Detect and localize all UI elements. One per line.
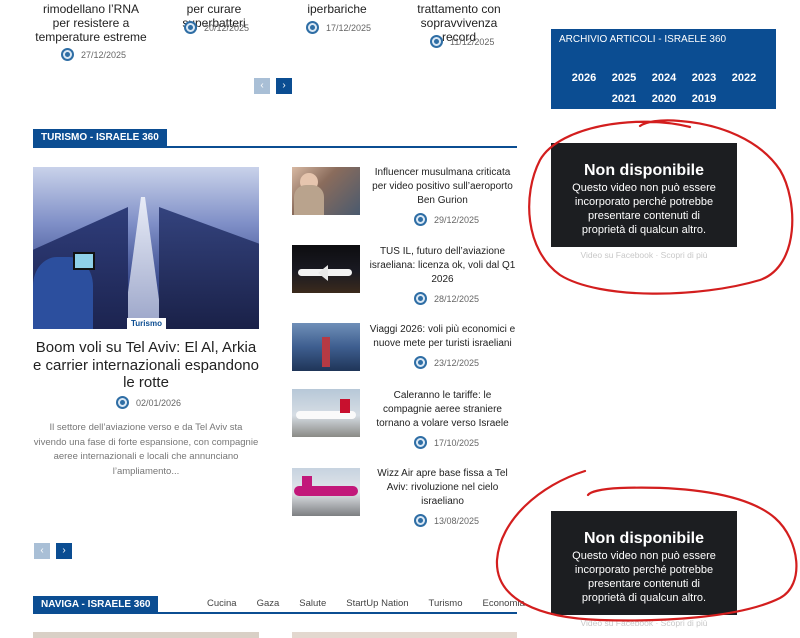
category-tabs: Cucina Gaza Salute StartUp Nation Turism… <box>207 598 545 609</box>
article-thumbnail[interactable] <box>292 389 360 437</box>
video-unavailable-box[interactable]: Non disponibile Questo video non può ess… <box>551 143 737 247</box>
list-item-title[interactable]: Viaggi 2026: voli più economici e nuove … <box>368 323 517 351</box>
tab-economia[interactable]: Economia <box>483 598 525 609</box>
tab-startup-nation[interactable]: StartUp Nation <box>346 598 408 609</box>
archive-year-link[interactable]: 2025 <box>604 72 644 84</box>
article-meta: 23/12/2025 <box>414 356 479 369</box>
archive-year-link[interactable]: 2019 <box>684 93 724 105</box>
prev-page-button[interactable]: ‹ <box>34 543 50 559</box>
article-title[interactable]: rimodellano l’RNA per resistere a temper… <box>34 2 148 44</box>
article-meta: 29/12/2025 <box>414 213 479 226</box>
article-thumbnail[interactable] <box>292 323 360 371</box>
list-item-title[interactable]: Wizz Air apre base fissa a Tel Aviv: riv… <box>368 467 517 509</box>
author-avatar-icon <box>414 213 427 226</box>
article-meta: 27/12/2025 <box>61 48 126 61</box>
main-article-excerpt: Il settore dell’aviazione verso e da Tel… <box>33 422 259 477</box>
article-date: 23/12/2025 <box>434 357 480 368</box>
article-thumbnail[interactable] <box>292 245 360 293</box>
article-title[interactable]: iperbariche <box>292 2 382 16</box>
archive-title: ARCHIVIO ARTICOLI - ISRAELE 360 <box>559 34 727 45</box>
video-facebook-link[interactable]: Video su Facebook · Scopri di più <box>551 618 737 628</box>
video-unavailable-box[interactable]: Non disponibile Questo video non può ess… <box>551 511 737 615</box>
author-avatar-icon <box>414 436 427 449</box>
article-date: 11/12/2025 <box>450 36 495 47</box>
article-meta: 20/12/2025 <box>184 21 249 34</box>
article-date: 20/12/2025 <box>204 22 250 33</box>
author-avatar-icon <box>61 48 74 61</box>
next-page-button[interactable]: › <box>276 78 292 94</box>
list-item-title[interactable]: TUS IL, futuro dell’aviazione israeliana… <box>368 245 517 287</box>
author-avatar-icon <box>414 292 427 305</box>
tab-gaza[interactable]: Gaza <box>257 598 280 609</box>
article-date: 17/12/2025 <box>326 22 372 33</box>
article-thumbnail[interactable] <box>292 468 360 516</box>
article-meta: 02/01/2026 <box>116 396 181 409</box>
author-avatar-icon <box>414 356 427 369</box>
tab-turismo[interactable]: Turismo <box>429 598 463 609</box>
archive-widget: ARCHIVIO ARTICOLI - ISRAELE 360 2026 202… <box>551 29 776 109</box>
article-date: 27/12/2025 <box>81 49 127 60</box>
archive-year-link[interactable]: 2020 <box>644 93 684 105</box>
article-meta: 17/12/2025 <box>306 21 371 34</box>
prev-page-button[interactable]: ‹ <box>254 78 270 94</box>
next-page-button[interactable]: › <box>56 543 72 559</box>
archive-year-link[interactable]: 2024 <box>644 72 684 84</box>
author-avatar-icon <box>414 514 427 527</box>
video-unavailable-heading: Non disponibile <box>584 530 704 547</box>
archive-year-link[interactable]: 2023 <box>684 72 724 84</box>
section-title[interactable]: TURISMO - ISRAELE 360 <box>33 129 167 147</box>
article-date: 13/08/2025 <box>434 515 480 526</box>
video-unavailable-message: Questo video non può essere incorporato … <box>572 550 716 604</box>
article-meta: 17/10/2025 <box>414 436 479 449</box>
author-avatar-icon <box>430 35 443 48</box>
section-title[interactable]: NAVIGA - ISRAELE 360 <box>33 596 159 614</box>
archive-year-link[interactable]: 2021 <box>604 93 644 105</box>
author-avatar-icon <box>184 21 197 34</box>
article-meta: 28/12/2025 <box>414 292 479 305</box>
article-meta: 13/08/2025 <box>414 514 479 527</box>
article-date: 02/01/2026 <box>136 397 182 408</box>
video-unavailable-message: Questo video non può essere incorporato … <box>572 182 716 236</box>
archive-year-link[interactable]: 2026 <box>564 72 604 84</box>
tab-cucina[interactable]: Cucina <box>207 598 237 609</box>
video-unavailable-heading: Non disponibile <box>584 162 704 179</box>
article-thumbnail[interactable] <box>33 632 259 638</box>
list-item-title[interactable]: Caleranno le tariffe: le compagnie aeree… <box>368 389 517 431</box>
article-date: 17/10/2025 <box>434 437 480 448</box>
category-tag[interactable]: Turismo <box>127 318 166 329</box>
archive-year-link[interactable]: 2022 <box>724 72 764 84</box>
tab-salute[interactable]: Salute <box>299 598 326 609</box>
article-date: 28/12/2025 <box>434 293 480 304</box>
video-facebook-link[interactable]: Video su Facebook · Scopri di più <box>551 250 737 260</box>
article-meta: 11/12/2025 <box>430 35 494 48</box>
list-item-title[interactable]: Influencer musulmana criticata per video… <box>368 166 517 208</box>
article-thumbnail[interactable] <box>292 632 517 638</box>
article-thumbnail[interactable] <box>292 167 360 215</box>
article-date: 29/12/2025 <box>434 214 480 225</box>
author-avatar-icon <box>306 21 319 34</box>
main-article-title[interactable]: Boom voli su Tel Aviv: El Al, Arkia e ca… <box>33 339 259 392</box>
author-avatar-icon <box>116 396 129 409</box>
main-article-image[interactable] <box>33 167 259 329</box>
